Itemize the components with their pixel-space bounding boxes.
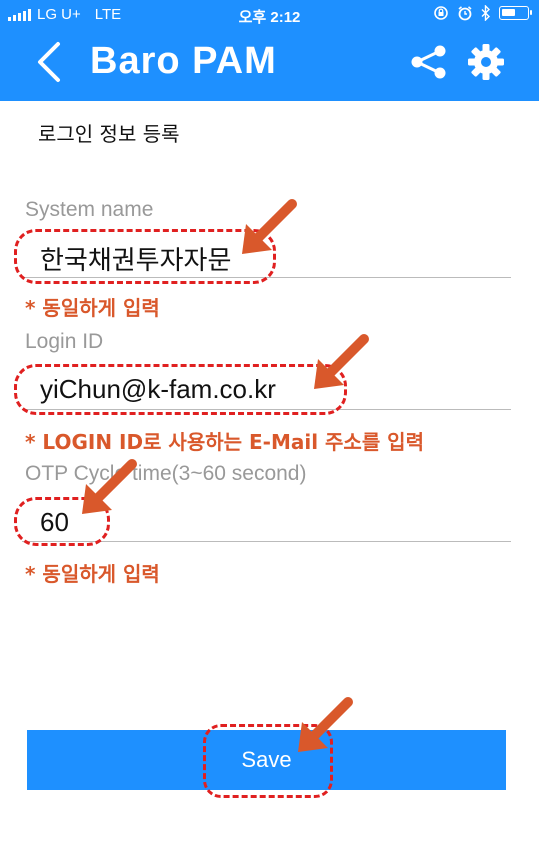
status-bar: LG U+ LTE 오후 2:12 <box>0 0 539 32</box>
gear-icon[interactable] <box>466 42 506 82</box>
arrow-icon <box>298 697 353 752</box>
navbar: Baro PAM <box>0 32 539 101</box>
otp-cycle-note: * 동일하게 입력 <box>25 562 160 586</box>
chevron-left-icon[interactable] <box>30 38 70 86</box>
arrow-icon <box>314 334 369 389</box>
login-id-label: Login ID <box>25 330 104 353</box>
login-id-highlight <box>14 364 347 415</box>
arrow-icon <box>242 199 297 254</box>
rotation-lock-icon <box>434 6 448 20</box>
battery-level <box>502 9 515 16</box>
login-id-note: * LOGIN ID로 사용하는 E-Mail 주소를 입력 <box>25 430 424 454</box>
section-title: 로그인 정보 등록 <box>38 122 180 146</box>
bluetooth-icon <box>481 5 490 21</box>
app-header: LG U+ LTE 오후 2:12 Baro PAM <box>0 0 539 101</box>
otp-cycle-label: OTP Cycle time(3~60 second) <box>25 462 307 485</box>
battery-icon <box>499 6 532 20</box>
system-name-label: System name <box>25 198 154 221</box>
app-title: Baro PAM <box>90 40 277 82</box>
share-icon[interactable] <box>408 44 448 80</box>
system-name-note: * 동일하게 입력 <box>25 296 160 320</box>
status-right <box>433 5 532 21</box>
alarm-icon <box>458 6 472 21</box>
arrow-icon <box>82 459 137 514</box>
